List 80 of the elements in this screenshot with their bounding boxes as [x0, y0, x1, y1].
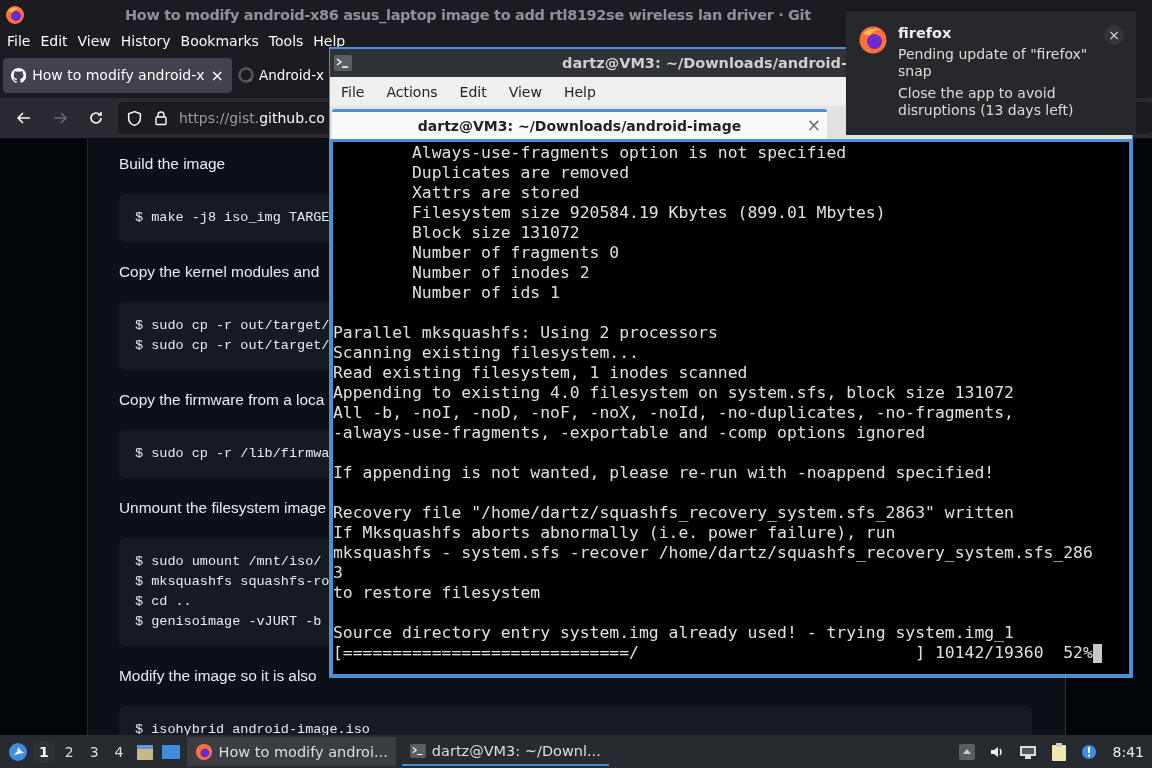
menu-item[interactable]: View	[77, 33, 118, 49]
terminal-icon	[334, 55, 352, 71]
paragraph: Modify the image so it is also	[119, 666, 317, 686]
terminal-line: Block size 131072	[410, 223, 580, 243]
menu-item[interactable]: Actions	[386, 83, 438, 100]
paragraph: Unmount the filesystem image	[119, 498, 326, 518]
notification-text: Close the app to avoid disruptions (13 days left)	[898, 85, 1075, 119]
terminal-line: Scanning existing filesystem...	[333, 343, 639, 363]
code-line: $ isohybrid android-image.iso	[135, 721, 370, 735]
terminal-line: mksquashfs - system.sfs -recover /home/dartz/squashfs_recovery_system.sfs_286	[333, 543, 1093, 563]
firefox-icon	[858, 25, 888, 55]
close-button[interactable]: ×	[1104, 25, 1124, 45]
info-icon[interactable]	[1080, 743, 1097, 760]
terminal-line: Duplicates are removed	[410, 163, 630, 183]
notification-title: firefox	[898, 25, 953, 41]
workspace-button[interactable]: 2	[59, 740, 79, 763]
terminal-line: Number of fragments 0	[410, 243, 620, 263]
code-line: $ sudo cp -r /lib/firmwa	[135, 445, 330, 463]
code-line: $ genisoimage -vJURT -b	[135, 613, 322, 631]
clock: 8:41	[1112, 743, 1144, 760]
menu-item[interactable]: View	[508, 83, 542, 100]
terminal-line: Always-use-fragments option is not specified	[410, 143, 847, 163]
terminal-line: Filesystem size 920584.19 Kbytes (899.01 Mbytes)	[410, 203, 886, 223]
notification-text: Pending update of "firefox" snap	[898, 46, 1089, 80]
github-icon	[11, 66, 27, 84]
browser-tab[interactable]: Android-x	[232, 57, 325, 93]
code-line: $ make -j8 iso_img TARGE	[135, 209, 330, 227]
menu-item[interactable]: History	[120, 33, 178, 49]
back-icon[interactable]	[16, 110, 32, 126]
menu-item[interactable]: File	[7, 33, 38, 49]
clipboard-icon[interactable]	[1050, 742, 1067, 761]
taskbar-button[interactable]: How to modify androi...	[186, 737, 396, 766]
lock-icon	[153, 110, 169, 126]
network-icon[interactable]	[1018, 743, 1037, 760]
firefox-icon	[194, 742, 213, 761]
menu-item[interactable]: Help	[563, 83, 596, 100]
browser-tab[interactable]: How to modify android-x ×	[3, 57, 232, 93]
window-title: dartz@VM3: ~/Downloads/android-	[562, 55, 847, 71]
terminal-line: If appending is not wanted, please re-run with -noappend specified!	[333, 463, 995, 483]
terminal-line: 3	[333, 563, 343, 583]
terminal-line: Appending to existing 4.0 filesystem on system.sfs, block size 131072	[333, 383, 1014, 403]
code-line: $ sudo umount /mnt/iso/	[135, 553, 322, 571]
terminal-line: Recovery file "/home/dartz/squashfs_recovery_system.sfs_2863" written	[333, 503, 1014, 523]
close-tab-button[interactable]: ×	[806, 115, 821, 135]
terminal-line: Number of inodes 2	[410, 263, 590, 283]
terminal-line: Parallel mksquashfs: Using 2 processors	[333, 323, 718, 343]
code-line: $ sudo cp -r out/target/	[135, 317, 330, 335]
shield-icon	[126, 109, 143, 127]
loading-icon	[238, 67, 254, 83]
menu-item[interactable]: Help	[313, 33, 353, 49]
terminal-line: All -b, -noI, -noD, -noF, -noX, -noId, -no-duplicates, -no-fragments,	[333, 403, 1014, 423]
terminal-line: If Mksquashfs aborts abnormally (i.e. power failure), run	[333, 523, 896, 543]
terminal-icon	[409, 743, 426, 758]
menu-item[interactable]: Edit	[459, 83, 487, 100]
terminal-line: Xattrs are stored	[410, 183, 580, 203]
paragraph: Copy the firmware from a loca	[119, 390, 325, 410]
paragraph: Copy the kernel modules and	[119, 262, 320, 282]
terminal-line: [=============================/ ] 10142/19360 52%	[333, 643, 1093, 663]
launcher-icon[interactable]	[8, 741, 28, 762]
code-line: $ mksquashfs squashfs-ro	[135, 573, 330, 591]
terminal-line: Source directory entry system.img already used! - trying system.img_1	[333, 623, 1014, 643]
menu-item[interactable]: Bookmarks	[180, 33, 266, 49]
firefox-icon	[5, 5, 25, 25]
menu-item[interactable]: File	[341, 83, 365, 100]
terminal-line: Number of ids 1	[410, 283, 560, 303]
menu-item[interactable]: Edit	[40, 33, 75, 49]
code-line: $ sudo cp -r out/target/	[135, 337, 330, 355]
terminal-line: -always-use-fragments, -exportable and -comp options ignored	[333, 423, 926, 443]
window-title: How to modify android-x86 asus_laptop image to add rtl8192se wireless lan driver · Git	[125, 7, 811, 23]
paragraph: Build the image	[119, 154, 226, 174]
workspace-button[interactable]: 1	[34, 740, 54, 763]
workspace-button[interactable]: 3	[84, 740, 104, 763]
reload-icon[interactable]	[88, 110, 104, 126]
workspace-button[interactable]: 4	[109, 740, 129, 763]
terminal-tab[interactable]: dartz@VM3: ~/Downloads/android-image ×	[332, 109, 827, 139]
close-tab-button[interactable]: ×	[210, 65, 224, 85]
code-line: $ cd ..	[135, 593, 192, 611]
terminal-line: Read existing filesystem, 1 inodes scanned	[333, 363, 748, 383]
terminal-line: to restore filesystem	[333, 583, 541, 603]
menu-item[interactable]: Tools	[268, 33, 311, 49]
